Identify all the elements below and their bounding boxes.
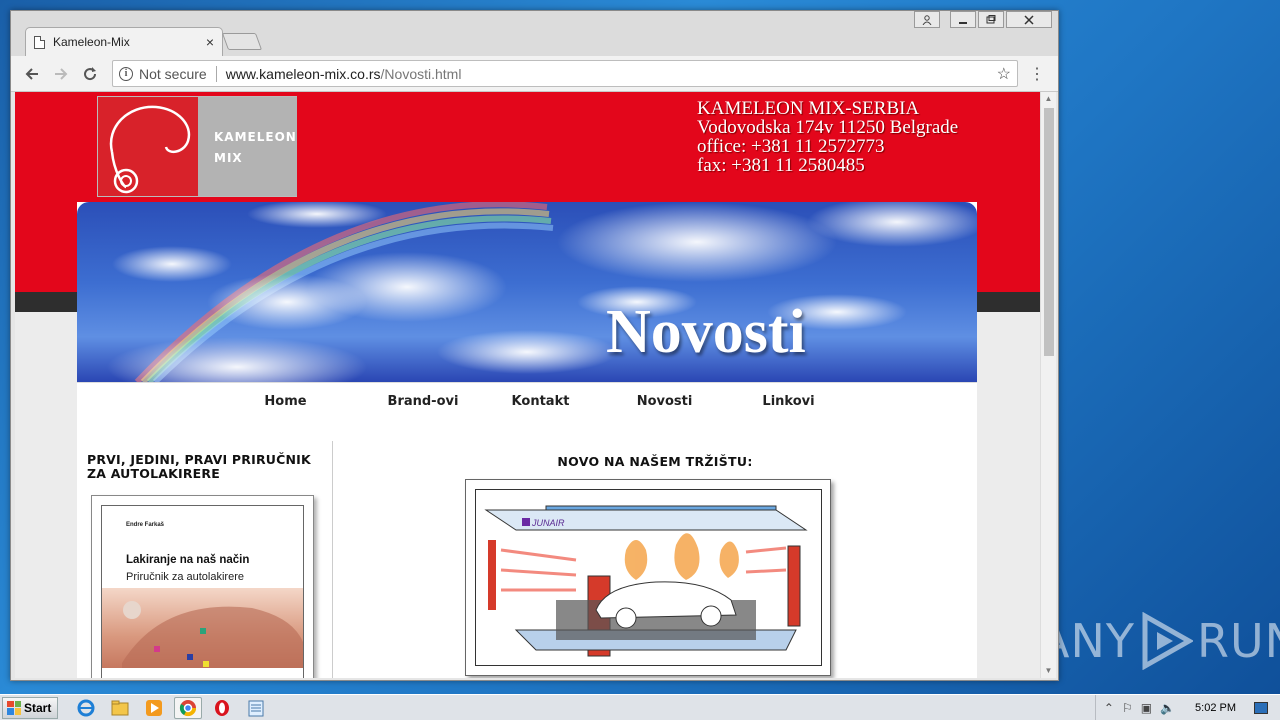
action-center-flag-icon[interactable]: ⚐	[1122, 701, 1133, 715]
nav-novosti[interactable]: Novosti	[586, 394, 744, 409]
book-author: Endre Farkaš	[126, 522, 165, 528]
sidebar-heading: PRVI, JEDINI, PRAVI PRIRUČNIK ZA AUTOLAK…	[87, 452, 311, 481]
site-logo[interactable]: KAMELEON MIX	[97, 96, 297, 197]
bookmark-star-icon[interactable]: ☆	[997, 64, 1011, 84]
opera-icon[interactable]	[208, 697, 236, 719]
minimize-button[interactable]	[950, 11, 976, 28]
forward-button[interactable]	[48, 61, 74, 87]
page-icon	[34, 35, 45, 49]
logo-text: KAMELEON MIX	[198, 97, 297, 196]
start-button[interactable]: Start	[2, 696, 59, 719]
book-subtitle: Priručnik za autolakirere	[126, 571, 244, 583]
page-viewport: KAMELEON MIX KAMELEON MIX-SERBIA Vodovod…	[15, 92, 1040, 678]
book-cover-image[interactable]: Endre Farkaš Lakiranje na naš način Prir…	[91, 495, 314, 678]
content-container: Novosti Home Brand-ovi Kontakt Novosti L…	[77, 202, 977, 678]
company-address: Vodovodska 174v 11250 Belgrade	[697, 117, 959, 138]
show-desktop-icon[interactable]	[1254, 701, 1268, 714]
spray-booth-illustration: JUNAIR	[475, 489, 822, 666]
reload-icon	[84, 66, 97, 80]
tray-expand-icon[interactable]: ⌃	[1104, 701, 1114, 715]
clock[interactable]: 5:02 PM	[1195, 702, 1236, 714]
scroll-down-icon[interactable]: ▼	[1041, 664, 1056, 678]
logo-line-2: MIX	[214, 151, 243, 165]
taskbar: Start ⌃ ⚐ ▣ 🔈 5:02 PM	[0, 694, 1280, 720]
start-label: Start	[24, 700, 52, 715]
network-icon[interactable]: ▣	[1141, 701, 1152, 715]
vertical-scrollbar[interactable]: ▲ ▼	[1040, 92, 1056, 678]
nav-brand-ovi[interactable]: Brand-ovi	[351, 394, 496, 409]
security-label: Not secure	[139, 65, 207, 82]
address-bar[interactable]: i Not secure www.kameleon-mix.co.rs/Novo…	[112, 60, 1018, 87]
chameleon-logo-icon	[98, 97, 198, 196]
new-tab-button[interactable]	[221, 33, 263, 50]
watermark-right-text: RUN	[1196, 614, 1280, 668]
folder-icon[interactable]	[106, 697, 134, 719]
taskbar-pinned	[72, 696, 270, 719]
book-cover: Endre Farkaš Lakiranje na naš način Prir…	[101, 505, 304, 678]
volume-icon[interactable]: 🔈	[1160, 701, 1175, 715]
omnibox-divider	[215, 65, 217, 82]
tab-close-icon[interactable]: ×	[206, 34, 214, 50]
tab-title: Kameleon-Mix	[53, 35, 130, 49]
page-banner: Novosti	[77, 202, 977, 382]
nav-kontakt[interactable]: Kontakt	[496, 394, 586, 409]
windows-logo-icon	[7, 700, 21, 715]
spray-booth-image[interactable]: JUNAIR	[465, 479, 831, 676]
internet-explorer-icon[interactable]	[72, 697, 100, 719]
news-heading: NOVO NA NAŠEM TRŽIŠTU:	[557, 454, 753, 469]
company-fax: fax: +381 11 2580485	[697, 155, 865, 176]
browser-menu-icon[interactable]: ⋮	[1024, 64, 1050, 84]
back-arrow-icon	[25, 67, 38, 80]
title-bar: Kameleon-Mix ×	[11, 11, 1058, 56]
window-controls	[914, 11, 1052, 28]
browser-toolbar: i Not secure www.kameleon-mix.co.rs/Novo…	[11, 56, 1058, 92]
forward-arrow-icon	[55, 67, 68, 80]
chrome-icon[interactable]	[174, 696, 203, 719]
browser-tab[interactable]: Kameleon-Mix ×	[25, 27, 223, 56]
car-painting-photo	[102, 588, 303, 668]
close-window-button[interactable]	[1006, 11, 1052, 28]
news-section: NOVO NA NAŠEM TRŽIŠTU: JUNAIR	[333, 441, 977, 676]
scroll-up-icon[interactable]: ▲	[1041, 92, 1056, 106]
anyrun-watermark: ANY RUN	[1038, 610, 1280, 672]
sky-rainbow-image	[107, 202, 977, 382]
book-title: Lakiranje na naš način	[126, 554, 250, 566]
browser-window: Kameleon-Mix × i Not secure www.kameleon…	[10, 10, 1059, 681]
url-path: /Novosti.html	[380, 65, 462, 82]
sidebar: PRVI, JEDINI, PRAVI PRIRUČNIK ZA AUTOLAK…	[77, 441, 333, 678]
main-navigation: Home Brand-ovi Kontakt Novosti Linkovi	[77, 382, 977, 420]
back-button[interactable]	[19, 61, 45, 87]
banner-title: Novosti	[606, 298, 806, 366]
media-player-icon[interactable]	[140, 697, 168, 719]
profile-icon[interactable]	[914, 11, 940, 28]
reload-button[interactable]	[77, 61, 103, 87]
logo-line-1: KAMELEON	[214, 130, 297, 144]
notepad-icon[interactable]	[242, 697, 270, 719]
play-logo-icon	[1142, 612, 1193, 670]
company-name: KAMELEON MIX-SERBIA	[697, 98, 920, 119]
info-icon[interactable]: i	[119, 66, 133, 81]
company-office-phone: office: +381 11 2572773	[697, 136, 885, 157]
restore-button[interactable]	[978, 11, 1004, 28]
nav-linkovi[interactable]: Linkovi	[744, 394, 834, 409]
url-host: www.kameleon-mix.co.rs	[225, 65, 381, 82]
nav-home[interactable]: Home	[221, 394, 351, 409]
booth-brand: JUNAIR	[531, 518, 565, 528]
company-info: KAMELEON MIX-SERBIA Vodovodska 174v 1125…	[697, 99, 958, 175]
system-tray: ⌃ ⚐ ▣ 🔈 5:02 PM	[1094, 695, 1280, 720]
scroll-thumb[interactable]	[1044, 108, 1054, 356]
